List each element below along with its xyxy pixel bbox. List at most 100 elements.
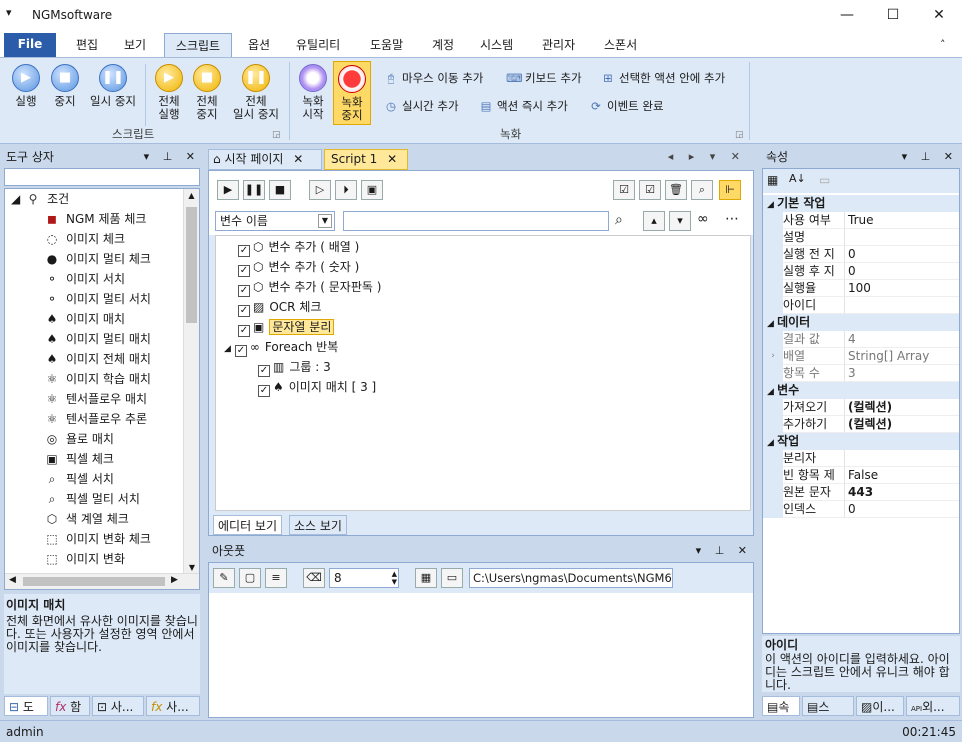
filter-input[interactable] bbox=[343, 211, 609, 231]
property-value[interactable] bbox=[845, 229, 959, 246]
spinner-icon[interactable]: ▲ ▼ bbox=[392, 570, 397, 586]
delete-icon[interactable]: 🗑 bbox=[665, 180, 687, 200]
toolbox-hscrollbar[interactable]: ◀ ▶ bbox=[5, 573, 199, 589]
clean-icon[interactable]: ✎ bbox=[213, 568, 235, 588]
tab-functions[interactable]: fx 함 bbox=[50, 696, 90, 716]
tab-toolbox[interactable]: ⊟ 도 bbox=[4, 696, 48, 716]
property-row[interactable]: 결과 값4 bbox=[763, 331, 959, 348]
script-tree-node[interactable]: ✓ ⬡ 변수 추가 ( 문자판독 ) bbox=[216, 277, 750, 297]
tab-external[interactable]: API외... bbox=[906, 696, 960, 716]
maximize-button[interactable]: ☐ bbox=[870, 0, 916, 31]
tab-utility[interactable]: 유틸리티 bbox=[290, 33, 346, 57]
property-value[interactable]: (컬렉션) bbox=[845, 399, 959, 416]
tab-start-page[interactable]: ⌂ 시작 페이지 ✕ bbox=[208, 149, 322, 170]
tab-system[interactable]: 시스템 bbox=[474, 33, 519, 57]
scroll-left-icon[interactable]: ◀ bbox=[9, 575, 16, 585]
property-row[interactable]: 아이디 bbox=[763, 297, 959, 314]
tab-scripts[interactable]: ▤스크... bbox=[802, 696, 854, 734]
property-row[interactable]: › 배열 String[] Array bbox=[763, 348, 959, 365]
script-tree-node[interactable]: ✓ ▥ 그룹 : 3 bbox=[216, 357, 750, 377]
tab-help[interactable]: 도움말 bbox=[364, 33, 409, 57]
toolbox-item[interactable]: ⌕ 픽셀 멀티 서치 bbox=[5, 489, 199, 509]
record-start-button[interactable]: 녹화 시작 bbox=[294, 64, 332, 121]
toolbox-item[interactable]: ♠ 이미지 멀티 매치 bbox=[5, 329, 199, 349]
toolbox-item[interactable]: ◎ 욜로 매치 bbox=[5, 429, 199, 449]
toolbox-item[interactable]: ⚬ 이미지 서치 bbox=[5, 269, 199, 289]
property-value[interactable]: False bbox=[845, 467, 959, 484]
chevron-down-icon[interactable]: ▼ bbox=[318, 214, 332, 228]
scroll-thumb[interactable] bbox=[186, 207, 197, 323]
close-tab-icon[interactable]: ✕ bbox=[293, 152, 303, 166]
property-row[interactable]: 분리자 bbox=[763, 450, 959, 467]
add-realtime-button[interactable]: ◷ 실시간 추가 bbox=[383, 96, 459, 116]
property-row[interactable]: 실행율 100 bbox=[763, 280, 959, 297]
stop-all-button[interactable]: ■ 전체 중지 bbox=[188, 64, 226, 121]
lines-number-input[interactable]: 8 ▲ ▼ bbox=[329, 568, 399, 588]
collapse-icon[interactable]: ◢ bbox=[767, 438, 777, 448]
system-menu-icon[interactable]: ▾ bbox=[6, 6, 12, 19]
run-script-icon[interactable]: ▶ bbox=[217, 180, 239, 200]
toolbox-item[interactable]: ⬚ 이미지 변화 체크 bbox=[5, 529, 199, 549]
property-value[interactable]: (컬렉션) bbox=[845, 416, 959, 433]
property-row[interactable]: 원본 문자 443 bbox=[763, 484, 959, 501]
script-tree-node[interactable]: ✓ ▣ 문자열 분리 bbox=[216, 317, 750, 337]
tab-user-functions[interactable]: fx 사... bbox=[146, 696, 200, 716]
record-stop-button[interactable]: 녹화 중지 bbox=[333, 61, 371, 125]
script-tree-node[interactable]: ✓ ▨ OCR 체크 bbox=[216, 297, 750, 317]
node-checkbox[interactable]: ✓ bbox=[238, 265, 250, 277]
property-category[interactable]: ◢ 작업 bbox=[763, 433, 959, 450]
search-icon[interactable]: ⌕ bbox=[615, 212, 623, 228]
property-row[interactable]: 사용 여부 True bbox=[763, 212, 959, 229]
loop-icon[interactable]: ∞ bbox=[697, 211, 709, 227]
script-tree-node[interactable]: ✓ ⬡ 변수 추가 ( 배열 ) bbox=[216, 237, 750, 257]
node-checkbox[interactable]: ✓ bbox=[238, 305, 250, 317]
node-checkbox[interactable]: ✓ bbox=[258, 385, 270, 397]
toolbox-scrollbar[interactable]: ▲ ▼ bbox=[183, 189, 199, 575]
toolbox-item[interactable]: ⚛ 텐서플로우 추론 bbox=[5, 409, 199, 429]
move-down-icon[interactable]: ▾ bbox=[669, 211, 691, 231]
property-row[interactable]: 추가하기 (컬렉션) bbox=[763, 416, 959, 433]
property-category[interactable]: ◢ 데이터 bbox=[763, 314, 959, 331]
close-tab-icon[interactable]: ✕ bbox=[387, 152, 397, 166]
check-icon[interactable]: ☑ bbox=[639, 180, 661, 200]
property-value[interactable]: 4 bbox=[845, 331, 959, 348]
script-tree-node[interactable]: ✓ ♠ 이미지 매치 [ 3 ] bbox=[216, 377, 750, 397]
eraser-icon[interactable]: ⌫ bbox=[303, 568, 325, 588]
collapse-ribbon-icon[interactable]: ˄ bbox=[934, 33, 952, 57]
output-pane-controls[interactable]: ▾ ⊥ ✕ bbox=[696, 540, 752, 562]
close-button[interactable]: ✕ bbox=[916, 0, 962, 31]
toolbox-item[interactable]: ♠ 이미지 매치 bbox=[5, 309, 199, 329]
property-value[interactable] bbox=[845, 450, 959, 467]
tab-images[interactable]: ▨이... bbox=[856, 696, 904, 716]
tree-view-icon[interactable]: ⊩ bbox=[719, 180, 741, 200]
property-value[interactable]: 0 bbox=[845, 246, 959, 263]
property-value[interactable] bbox=[845, 297, 959, 314]
toolbox-search-input[interactable] bbox=[4, 168, 200, 186]
toolbox-category[interactable]: ◢ ⚲ 조건 bbox=[5, 189, 199, 209]
toolbox-item[interactable]: ◌ 이미지 체크 bbox=[5, 229, 199, 249]
add-mouse-move-button[interactable]: 🖰 마우스 이동 추가 bbox=[383, 68, 484, 88]
property-pages-icon[interactable]: ▭ bbox=[819, 173, 830, 187]
pause-script-icon[interactable]: ❚❚ bbox=[243, 180, 265, 200]
run-all-button[interactable]: ▶ 전체 실행 bbox=[150, 64, 188, 121]
collapse-icon[interactable]: ◢ bbox=[767, 319, 777, 329]
sort-alpha-icon[interactable]: A↓ bbox=[789, 172, 806, 185]
tab-source-view[interactable]: 소스 보기 bbox=[289, 515, 347, 535]
expand-icon[interactable]: ◢ bbox=[224, 344, 231, 354]
tab-admin[interactable]: 관리자 bbox=[536, 33, 581, 57]
more-icon[interactable]: ⋯ bbox=[725, 211, 739, 227]
stop-button[interactable]: ■ 중지 bbox=[46, 64, 84, 108]
scroll-right-icon[interactable]: ▶ bbox=[171, 575, 178, 585]
hscroll-thumb[interactable] bbox=[23, 577, 165, 586]
toolbox-item[interactable]: ⬡ 색 계열 체크 bbox=[5, 509, 199, 529]
save-icon[interactable]: ▦ bbox=[415, 568, 437, 588]
property-row[interactable]: 설명 bbox=[763, 229, 959, 246]
tabstrip-controls[interactable]: ◂ ▸ ▾ ✕ bbox=[668, 150, 746, 163]
toolbox-item[interactable]: ⌕ 픽셀 서치 bbox=[5, 469, 199, 489]
node-checkbox[interactable]: ✓ bbox=[238, 285, 250, 297]
minimize-button[interactable]: — bbox=[824, 0, 870, 31]
stop-script-icon[interactable]: ■ bbox=[269, 180, 291, 200]
property-value[interactable]: True bbox=[845, 212, 959, 229]
event-complete-button[interactable]: ⟳ 이벤트 완료 bbox=[588, 96, 663, 116]
collapse-icon[interactable]: ◢ bbox=[767, 200, 777, 210]
